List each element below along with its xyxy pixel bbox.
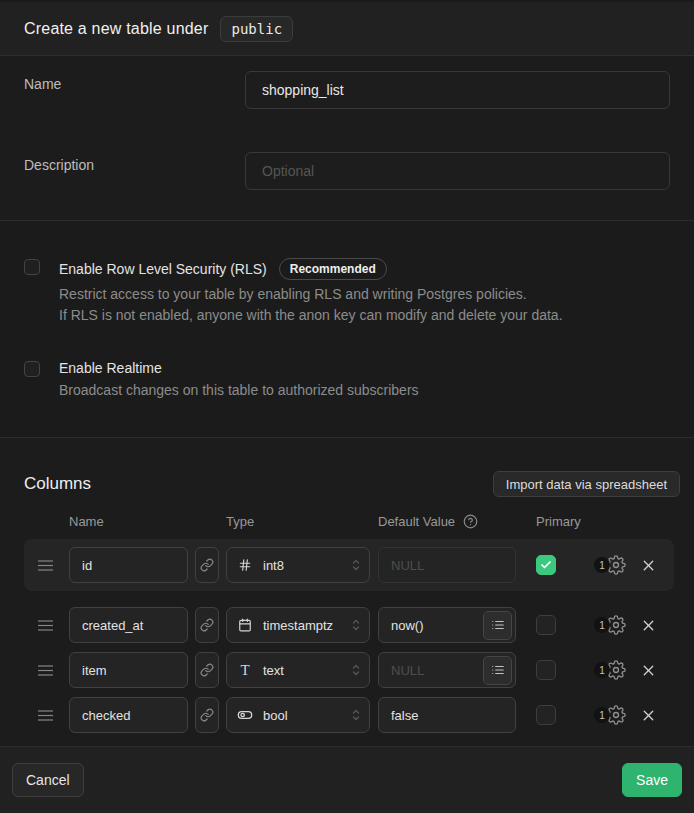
remove-column-button[interactable] xyxy=(640,557,657,574)
link-icon xyxy=(200,708,214,722)
drag-handle-icon[interactable] xyxy=(38,664,62,677)
type-icon xyxy=(237,618,253,632)
link-icon xyxy=(200,618,214,632)
column-settings-button[interactable]: 1 xyxy=(606,615,626,635)
header-primary: Primary xyxy=(536,514,581,529)
close-icon xyxy=(640,617,657,634)
recommended-badge: Recommended xyxy=(279,258,387,280)
link-icon xyxy=(200,558,214,572)
column-default-input[interactable]: now() xyxy=(378,607,516,643)
chevron-updown-icon xyxy=(352,558,360,572)
column-settings-button[interactable]: 1 xyxy=(606,705,626,725)
drag-handle-icon[interactable] xyxy=(38,559,62,572)
column-type-select[interactable]: timestamptz xyxy=(226,607,370,643)
column-type-select[interactable]: T text xyxy=(226,652,370,688)
settings-count-badge: 1 xyxy=(594,557,610,573)
column-type-select[interactable]: bool xyxy=(226,697,370,733)
realtime-description: Broadcast changes on this table to autho… xyxy=(59,380,419,401)
realtime-toggle-block: Enable Realtime Broadcast changes on thi… xyxy=(24,360,670,401)
table-details-section: Name Description xyxy=(0,56,694,221)
columns-heading: Columns xyxy=(24,474,91,494)
chevron-updown-icon xyxy=(352,708,360,722)
type-icon xyxy=(237,558,253,572)
link-icon xyxy=(200,663,214,677)
drag-handle-icon[interactable] xyxy=(38,619,62,632)
foreign-key-button[interactable] xyxy=(195,547,219,583)
column-name-input[interactable] xyxy=(69,547,188,583)
rls-checkbox[interactable] xyxy=(24,259,40,275)
import-spreadsheet-button[interactable]: Import data via spreadsheet xyxy=(493,471,680,497)
realtime-label: Enable Realtime xyxy=(59,360,162,376)
header-default-value: Default Value xyxy=(378,514,536,529)
primary-checkbox[interactable] xyxy=(536,660,556,680)
table-description-input[interactable] xyxy=(245,152,670,190)
column-row: int8 NULL 1 xyxy=(24,547,674,583)
dialog-title: Create a new table under xyxy=(24,20,208,38)
foreign-key-button[interactable] xyxy=(195,697,219,733)
settings-count-badge: 1 xyxy=(594,707,610,723)
remove-column-button[interactable] xyxy=(640,707,657,724)
cancel-button[interactable]: Cancel xyxy=(12,763,84,797)
column-row: bool false 1 xyxy=(24,697,674,733)
column-default-input[interactable]: NULL xyxy=(378,652,516,688)
settings-count-badge: 1 xyxy=(594,662,610,678)
type-icon: T xyxy=(237,663,253,678)
list-icon xyxy=(491,663,505,677)
foreign-key-button[interactable] xyxy=(195,652,219,688)
table-name-input[interactable] xyxy=(245,71,670,109)
header-type: Type xyxy=(226,514,378,529)
rls-description: Restrict access to your table by enablin… xyxy=(59,284,563,326)
drag-handle-icon[interactable] xyxy=(38,709,62,722)
rls-label: Enable Row Level Security (RLS) xyxy=(59,261,267,277)
close-icon xyxy=(640,662,657,679)
list-icon xyxy=(491,618,505,632)
default-suggestions-button[interactable] xyxy=(483,611,512,640)
column-settings-button[interactable]: 1 xyxy=(606,660,626,680)
table-options-section: Enable Row Level Security (RLS) Recommen… xyxy=(0,221,694,438)
name-label: Name xyxy=(24,71,245,109)
settings-count-badge: 1 xyxy=(594,617,610,633)
default-suggestions-button[interactable] xyxy=(483,656,512,685)
primary-checkbox[interactable] xyxy=(536,705,556,725)
dialog-footer: Cancel Save xyxy=(0,747,694,813)
chevron-updown-icon xyxy=(352,663,360,677)
column-name-input[interactable] xyxy=(69,697,188,733)
close-icon xyxy=(640,557,657,574)
column-name-input[interactable] xyxy=(69,607,188,643)
column-row: T text NULL 1 xyxy=(24,652,674,688)
foreign-key-button[interactable] xyxy=(195,607,219,643)
rls-toggle-block: Enable Row Level Security (RLS) Recommen… xyxy=(24,258,670,326)
header-name: Name xyxy=(69,514,188,529)
dialog-header: Create a new table under public xyxy=(0,0,694,56)
primary-checkbox[interactable] xyxy=(536,555,556,575)
type-icon xyxy=(237,707,253,723)
column-default-input[interactable]: false xyxy=(378,697,516,733)
help-icon xyxy=(463,514,478,529)
save-button[interactable]: Save xyxy=(622,763,682,797)
column-type-select[interactable]: int8 xyxy=(226,547,370,583)
schema-badge: public xyxy=(220,16,293,42)
column-row: timestamptz now() 1 xyxy=(24,607,674,643)
column-name-input[interactable] xyxy=(69,652,188,688)
remove-column-button[interactable] xyxy=(640,662,657,679)
columns-table-header: Name Type Default Value Primary xyxy=(24,513,674,529)
chevron-updown-icon xyxy=(352,618,360,632)
column-settings-button[interactable]: 1 xyxy=(606,555,626,575)
close-icon xyxy=(640,707,657,724)
check-icon xyxy=(540,559,552,571)
columns-section: Columns Import data via spreadsheet Name… xyxy=(0,438,694,747)
primary-checkbox[interactable] xyxy=(536,615,556,635)
column-default-input[interactable]: NULL xyxy=(378,547,516,583)
description-label: Description xyxy=(24,152,245,190)
remove-column-button[interactable] xyxy=(640,617,657,634)
realtime-checkbox[interactable] xyxy=(24,361,40,377)
